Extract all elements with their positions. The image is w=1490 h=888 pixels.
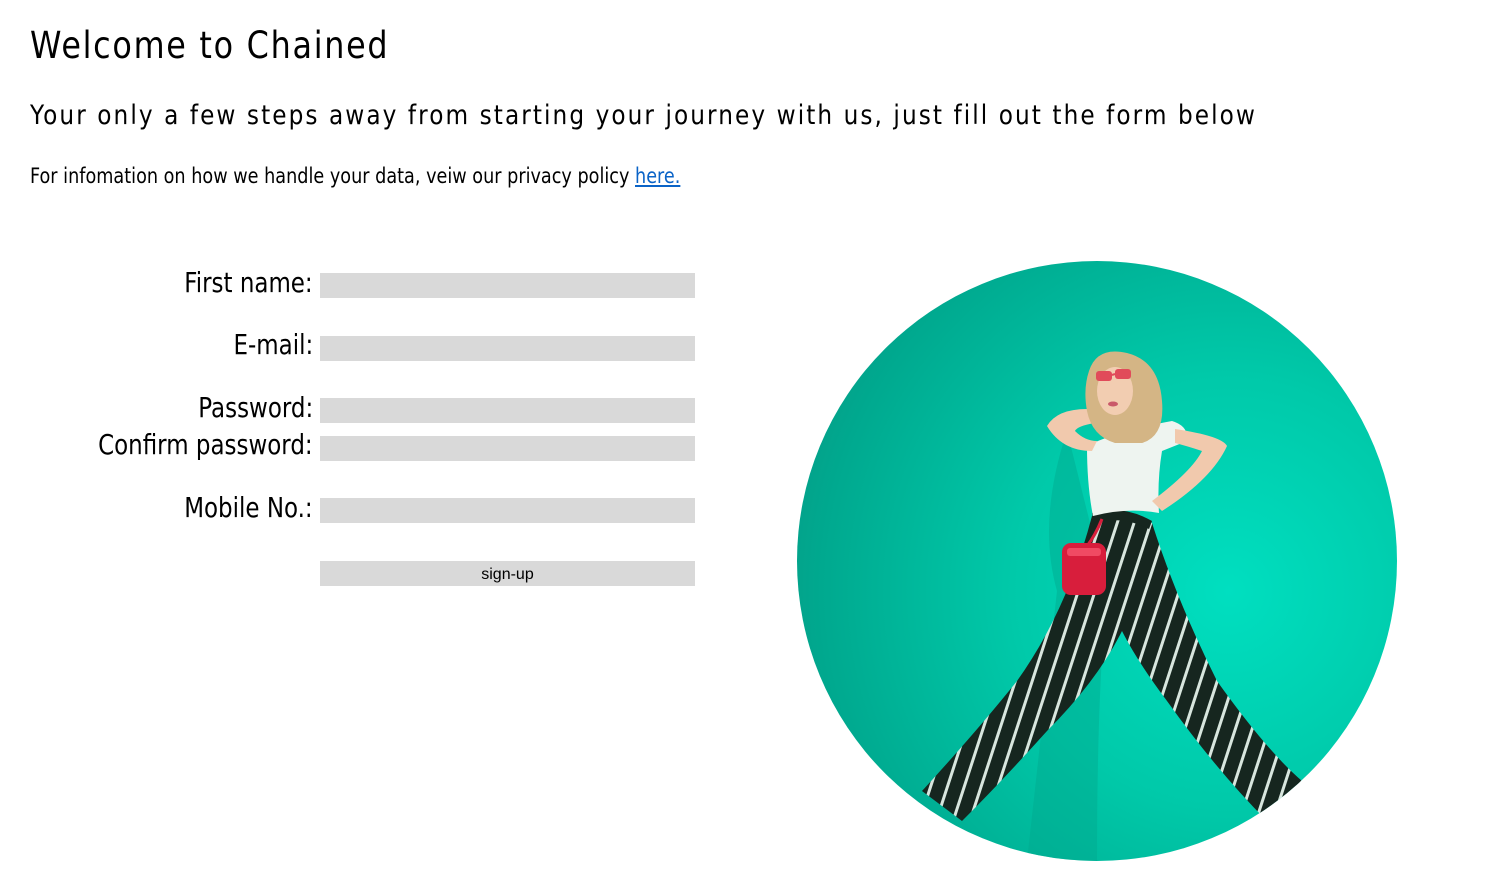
page-subtitle: Your only a few steps away from starting…: [30, 100, 1257, 131]
fashion-model-illustration: [922, 351, 1302, 861]
email-label: E-mail:: [233, 328, 313, 361]
email-input[interactable]: [320, 336, 695, 361]
password-input[interactable]: [320, 398, 695, 423]
first-name-input[interactable]: [320, 273, 695, 298]
privacy-text: For infomation on how we handle your dat…: [30, 164, 636, 188]
signup-page: Welcome to Chained Your only a few steps…: [0, 0, 1490, 888]
password-label: Password:: [198, 391, 313, 424]
first-name-label: First name:: [184, 266, 313, 299]
page-title: Welcome to Chained: [30, 24, 390, 67]
privacy-notice: For infomation on how we handle your dat…: [30, 164, 680, 188]
confirm-password-input[interactable]: [320, 436, 695, 461]
mobile-input[interactable]: [320, 498, 695, 523]
confirm-password-label: Confirm password:: [98, 428, 313, 461]
hero-photo: [797, 261, 1397, 861]
mobile-label: Mobile No.:: [184, 491, 313, 524]
signup-button[interactable]: sign-up: [320, 561, 695, 586]
privacy-policy-link[interactable]: here.: [635, 164, 680, 188]
